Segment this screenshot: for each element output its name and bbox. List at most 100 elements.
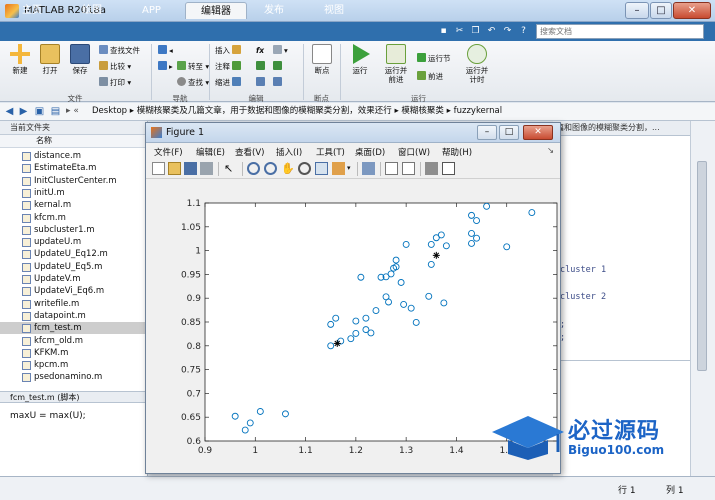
uncomment-button[interactable]: [273, 61, 284, 73]
save-quick-icon[interactable]: ▪: [437, 24, 450, 39]
figure-title-bar[interactable]: Figure 1: [146, 123, 560, 143]
file-list-item[interactable]: initU.m: [0, 187, 147, 199]
brush-dropdown-icon[interactable]: ▾: [347, 164, 351, 172]
minimize-button[interactable]: –: [625, 2, 649, 19]
tab-publish[interactable]: 发布: [256, 2, 292, 19]
find-button[interactable]: 查找 ▾: [177, 77, 209, 89]
print-figure-icon[interactable]: [200, 162, 213, 175]
link-plot-icon[interactable]: [362, 162, 375, 175]
indent-button[interactable]: 缩进: [215, 77, 243, 89]
file-list-item[interactable]: InitClusterCenter.m: [0, 175, 147, 187]
up-folder-icon[interactable]: ▣: [33, 104, 46, 119]
name-column-header[interactable]: 名称: [0, 135, 147, 148]
breadcrumb-item[interactable]: fuzzykernal: [454, 106, 503, 116]
help-quick-icon[interactable]: ?: [517, 24, 530, 39]
goto-button[interactable]: 转至 ▾: [177, 61, 209, 73]
figure-maximize-button[interactable]: □: [499, 125, 519, 140]
forward-arrow-icon[interactable]: ▶: [17, 104, 30, 119]
tab-apps[interactable]: APP: [134, 2, 169, 19]
file-list-item[interactable]: UpdateU_Eq12.m: [0, 248, 147, 260]
run-section-button[interactable]: 运行节: [417, 53, 451, 65]
file-list-item[interactable]: psedonamino.m: [0, 371, 147, 383]
save-button[interactable]: 保存: [66, 44, 94, 75]
tab-view[interactable]: 视图: [316, 2, 352, 19]
maximize-button[interactable]: □: [650, 2, 672, 19]
legend-icon[interactable]: [402, 162, 415, 175]
close-button[interactable]: ✕: [673, 2, 711, 19]
search-input[interactable]: [536, 24, 704, 39]
breadcrumb-item[interactable]: Desktop: [92, 106, 127, 116]
smart-indent-button[interactable]: [256, 77, 267, 89]
print-button[interactable]: 打印 ▾: [99, 77, 131, 89]
compare-button[interactable]: 比较 ▾: [99, 61, 131, 73]
file-list-item[interactable]: subcluster1.m: [0, 224, 147, 236]
file-list-item[interactable]: writefile.m: [0, 298, 147, 310]
breakpoints-button[interactable]: 断点: [308, 44, 336, 75]
go-back-nav-button[interactable]: ◂: [158, 45, 173, 57]
figure-minimize-button[interactable]: –: [477, 125, 497, 140]
percent-comment-button[interactable]: [256, 61, 267, 73]
menu-edit[interactable]: 编辑(E): [196, 146, 225, 158]
file-list-item[interactable]: UpdateVi_Eq6.m: [0, 285, 147, 297]
menu-help[interactable]: 帮助(H): [442, 146, 472, 158]
save-figure-icon[interactable]: [184, 162, 197, 175]
tab-home[interactable]: 主页: [14, 2, 50, 19]
run-and-time-button[interactable]: 运行并 计时: [461, 44, 493, 84]
file-list-item[interactable]: kfcm.m: [0, 212, 147, 224]
browse-folder-icon[interactable]: ▤: [49, 104, 62, 119]
run-and-advance-button[interactable]: 运行并 前进: [380, 44, 412, 84]
file-list-item[interactable]: updateU.m: [0, 236, 147, 248]
menu-view[interactable]: 查看(V): [235, 146, 264, 158]
breadcrumb-item[interactable]: 模糊核聚类及几篇文章，用于数据和图像的模糊聚类分割，效果还行: [137, 106, 392, 116]
file-list-item[interactable]: KFKM.m: [0, 347, 147, 359]
pointer-icon[interactable]: ↖: [224, 162, 237, 175]
back-arrow-icon[interactable]: ◀: [3, 104, 16, 119]
file-list-item[interactable]: fcm_test.m: [0, 322, 147, 335]
editor-tab[interactable]: 篇和图像的模糊聚类分割，...: [553, 121, 690, 136]
pan-hand-icon[interactable]: ✋: [281, 162, 295, 175]
run-button[interactable]: 运行: [346, 44, 374, 75]
open-file-icon[interactable]: [168, 162, 181, 175]
undo-quick-icon[interactable]: ↶: [485, 24, 498, 39]
menu-file[interactable]: 文件(F): [154, 146, 183, 158]
advance-button[interactable]: 前进: [417, 71, 443, 83]
menu-dock-arrow-icon[interactable]: ↘: [547, 146, 554, 156]
colorbar-icon[interactable]: [385, 162, 398, 175]
data-cursor-icon[interactable]: [315, 162, 328, 175]
fx-button[interactable]: fx: [256, 45, 264, 57]
hide-plot-tools-icon[interactable]: [425, 162, 438, 175]
menu-insert[interactable]: 插入(I): [276, 146, 302, 158]
decrease-indent-button[interactable]: [273, 77, 284, 89]
tab-plots[interactable]: 绘图: [74, 2, 110, 19]
new-figure-icon[interactable]: [152, 162, 165, 175]
file-list-item[interactable]: kfcm_old.m: [0, 335, 147, 347]
file-list-item[interactable]: UpdateU_Eq5.m: [0, 261, 147, 273]
file-list-item[interactable]: UpdateV.m: [0, 273, 147, 285]
new-button[interactable]: 新建: [6, 44, 34, 75]
cut-quick-icon[interactable]: ✂: [453, 24, 466, 39]
zoom-out-icon[interactable]: [264, 162, 277, 175]
show-plot-tools-icon[interactable]: [442, 162, 455, 175]
file-list-item[interactable]: kpcm.m: [0, 359, 147, 371]
menu-desktop[interactable]: 桌面(D): [355, 146, 385, 158]
breadcrumb-item[interactable]: 模糊核聚类: [401, 106, 444, 116]
copy-quick-icon[interactable]: ❐: [469, 24, 482, 39]
redo-quick-icon[interactable]: ↷: [501, 24, 514, 39]
tab-editor[interactable]: 编辑器: [185, 2, 247, 19]
editor-scrollbar[interactable]: [690, 121, 715, 476]
scrollbar-thumb[interactable]: [697, 161, 707, 371]
file-list-item[interactable]: EstimateEta.m: [0, 162, 147, 174]
insert-more-button[interactable]: ▾: [273, 45, 288, 57]
file-list-item[interactable]: kernal.m: [0, 199, 147, 211]
figure-close-button[interactable]: ✕: [523, 125, 553, 140]
open-button[interactable]: 打开: [36, 44, 64, 75]
go-forward-nav-button[interactable]: ▸: [158, 61, 173, 73]
insert-button[interactable]: 插入: [215, 45, 243, 57]
menu-window[interactable]: 窗口(W): [398, 146, 430, 158]
file-list-item[interactable]: distance.m: [0, 150, 147, 162]
comment-button[interactable]: 注释: [215, 61, 243, 73]
zoom-in-icon[interactable]: [247, 162, 260, 175]
rotate-3d-icon[interactable]: [298, 162, 311, 175]
find-files-button[interactable]: 查找文件: [99, 45, 140, 57]
menu-tools[interactable]: 工具(T): [316, 146, 345, 158]
